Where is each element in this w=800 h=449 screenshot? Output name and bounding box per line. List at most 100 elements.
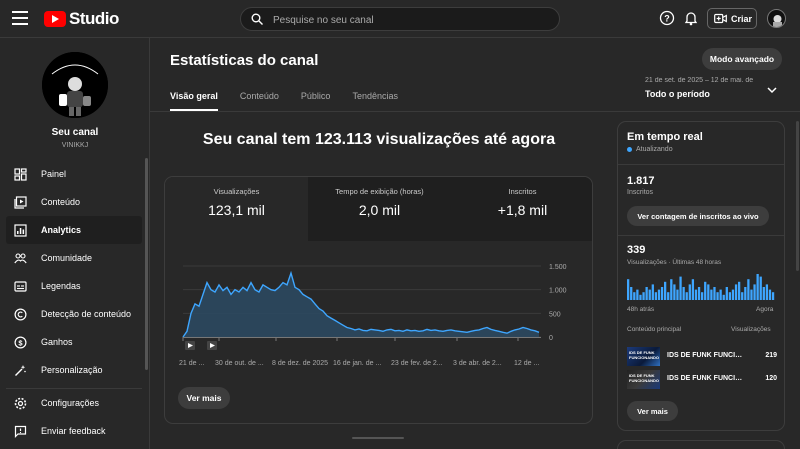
- realtime-views-bars[interactable]: [627, 272, 775, 300]
- top-content-row[interactable]: IDS DE FUNK FUNCIONANDO IDS DE FUNK FUNC…: [627, 347, 777, 367]
- realtime-status-text: Atualizando: [636, 146, 673, 153]
- page-scrollbar[interactable]: [796, 121, 799, 271]
- realtime-bar: [722, 294, 725, 300]
- sidebar-item-community[interactable]: Comunidade: [6, 244, 142, 272]
- realtime-bar: [738, 281, 741, 300]
- video-views: 219: [765, 352, 777, 359]
- metric-watch-time[interactable]: Tempo de exibição (horas) 2,0 mil: [308, 177, 451, 241]
- period-selector[interactable]: 21 de set. de 2025 – 12 de mai. de 2026 …: [645, 77, 785, 99]
- main-scrollbar[interactable]: [352, 437, 404, 439]
- next-card: [617, 440, 785, 449]
- sidebar-item-customization[interactable]: Personalização: [6, 356, 142, 384]
- realtime-bar: [747, 279, 750, 300]
- realtime-bar: [725, 287, 728, 300]
- search-bar[interactable]: [240, 7, 560, 31]
- tab-overview[interactable]: Visão geral: [170, 91, 218, 111]
- top-content-row[interactable]: IDS DE FUNK FUNCIONANDO IDS DE FUNK FUNC…: [627, 370, 777, 390]
- sidebar-item-label: Analytics: [41, 225, 82, 235]
- realtime-bar: [713, 287, 716, 300]
- sidebar-item-label: Comunidade: [41, 253, 93, 263]
- page-title: Estatísticas do canal: [170, 52, 319, 69]
- realtime-bar: [759, 276, 762, 300]
- sidebar-item-content-detection[interactable]: Detecção de conteúdo: [6, 300, 142, 328]
- studio-logo[interactable]: Studio: [44, 9, 119, 29]
- account-avatar[interactable]: [767, 9, 786, 28]
- sidebar-item-content[interactable]: Conteúdo: [6, 188, 142, 216]
- realtime-bar: [667, 292, 670, 300]
- metric-value: 2,0 mil: [358, 202, 401, 218]
- realtime-bar: [651, 284, 654, 300]
- x-tick-label: 16 de jan. de ...: [333, 360, 381, 367]
- realtime-bar: [670, 279, 673, 300]
- tab-audience[interactable]: Público: [301, 91, 331, 111]
- views-headline: Seu canal tem 123.113 visualizações até …: [202, 131, 556, 148]
- top-bar: Studio ? Criar: [0, 0, 800, 38]
- header-divider: [150, 111, 800, 112]
- video-thumbnail: IDS DE FUNK FUNCIONANDO: [627, 347, 660, 366]
- metric-value: 123,1 mil: [208, 202, 265, 218]
- sidebar-item-subtitles[interactable]: Legendas: [6, 272, 142, 300]
- realtime-subscribers-label: Inscritos: [627, 189, 654, 196]
- settings-icon: [14, 397, 27, 409]
- realtime-bar: [734, 284, 738, 300]
- tab-content[interactable]: Conteúdo: [240, 91, 279, 111]
- realtime-bar: [750, 289, 753, 300]
- search-input[interactable]: [273, 12, 543, 28]
- sidebar-item-analytics[interactable]: Analytics: [6, 216, 142, 244]
- sidebar-nav: Painel Conteúdo Analytics Comunidade Leg…: [6, 160, 142, 384]
- sidebar-item-feedback[interactable]: Enviar feedback: [6, 417, 142, 445]
- realtime-see-more-button[interactable]: Ver mais: [627, 401, 678, 421]
- subtitles-icon: [14, 280, 27, 292]
- create-video-icon: [714, 13, 727, 24]
- menu-icon[interactable]: [12, 11, 28, 25]
- views-column-header: Visualizações: [731, 326, 771, 333]
- sidebar-item-earn[interactable]: $ Ganhos: [6, 328, 142, 356]
- notifications-icon[interactable]: [683, 10, 699, 26]
- realtime-bar: [636, 289, 639, 300]
- create-button[interactable]: Criar: [707, 8, 757, 29]
- metric-views[interactable]: Visualizações 123,1 mil: [165, 177, 308, 241]
- realtime-bar: [648, 289, 651, 300]
- sidebar-item-label: Ganhos: [41, 337, 73, 347]
- x-tick-label: 3 de abr. de 2...: [453, 360, 502, 367]
- realtime-bar: [657, 289, 661, 300]
- y-tick-label: 0: [549, 335, 553, 342]
- realtime-bar: [719, 289, 722, 300]
- realtime-bar: [762, 287, 765, 300]
- sidebar-item-dashboard[interactable]: Painel: [6, 160, 142, 188]
- video-thumbnail: IDS DE FUNK FUNCIONANDO: [627, 370, 660, 389]
- search-icon: [251, 13, 263, 25]
- views-chart[interactable]: 1.500 1.000 500 0 21 de ... 30 de out. de ...…: [165, 241, 593, 381]
- channel-avatar-image-icon: [42, 52, 108, 118]
- analytics-tabs: Visão geral Conteúdo Público Tendências: [170, 91, 398, 111]
- see-more-button[interactable]: Ver mais: [178, 387, 230, 409]
- advanced-mode-button[interactable]: Modo avançado: [702, 48, 782, 70]
- help-icon[interactable]: ?: [659, 10, 675, 26]
- realtime-bar: [753, 284, 756, 300]
- realtime-divider: [618, 235, 784, 236]
- realtime-bar: [654, 292, 658, 300]
- realtime-bar: [694, 289, 698, 300]
- channel-avatar[interactable]: [42, 52, 108, 118]
- sidebar-scrollbar[interactable]: [145, 158, 148, 370]
- copyright-icon: [14, 307, 27, 321]
- realtime-bar: [756, 274, 759, 300]
- realtime-bar: [642, 292, 645, 300]
- metric-tabs: Visualizações 123,1 mil Tempo de exibiçã…: [165, 177, 592, 241]
- logo-text: Studio: [69, 9, 119, 28]
- realtime-bar: [728, 292, 732, 300]
- metric-label: Tempo de exibição (horas): [335, 187, 424, 196]
- chevron-down-icon: [767, 87, 777, 94]
- tab-trends[interactable]: Tendências: [352, 91, 398, 111]
- metric-subscribers[interactable]: Inscritos +1,8 mil: [451, 177, 592, 241]
- realtime-views-label: Visualizações · Últimas 48 horas: [627, 259, 722, 266]
- customization-icon: [15, 364, 26, 376]
- realtime-bar: [701, 292, 704, 300]
- analytics-icon: [14, 223, 27, 237]
- metric-label: Visualizações: [213, 187, 260, 196]
- realtime-bar: [664, 281, 667, 300]
- content-icon: [14, 195, 27, 209]
- sidebar-bottom-nav: Configurações Enviar feedback: [6, 388, 142, 445]
- live-subscriber-count-button[interactable]: Ver contagem de inscritos ao vivo: [627, 206, 769, 226]
- sidebar-item-settings[interactable]: Configurações: [6, 389, 142, 417]
